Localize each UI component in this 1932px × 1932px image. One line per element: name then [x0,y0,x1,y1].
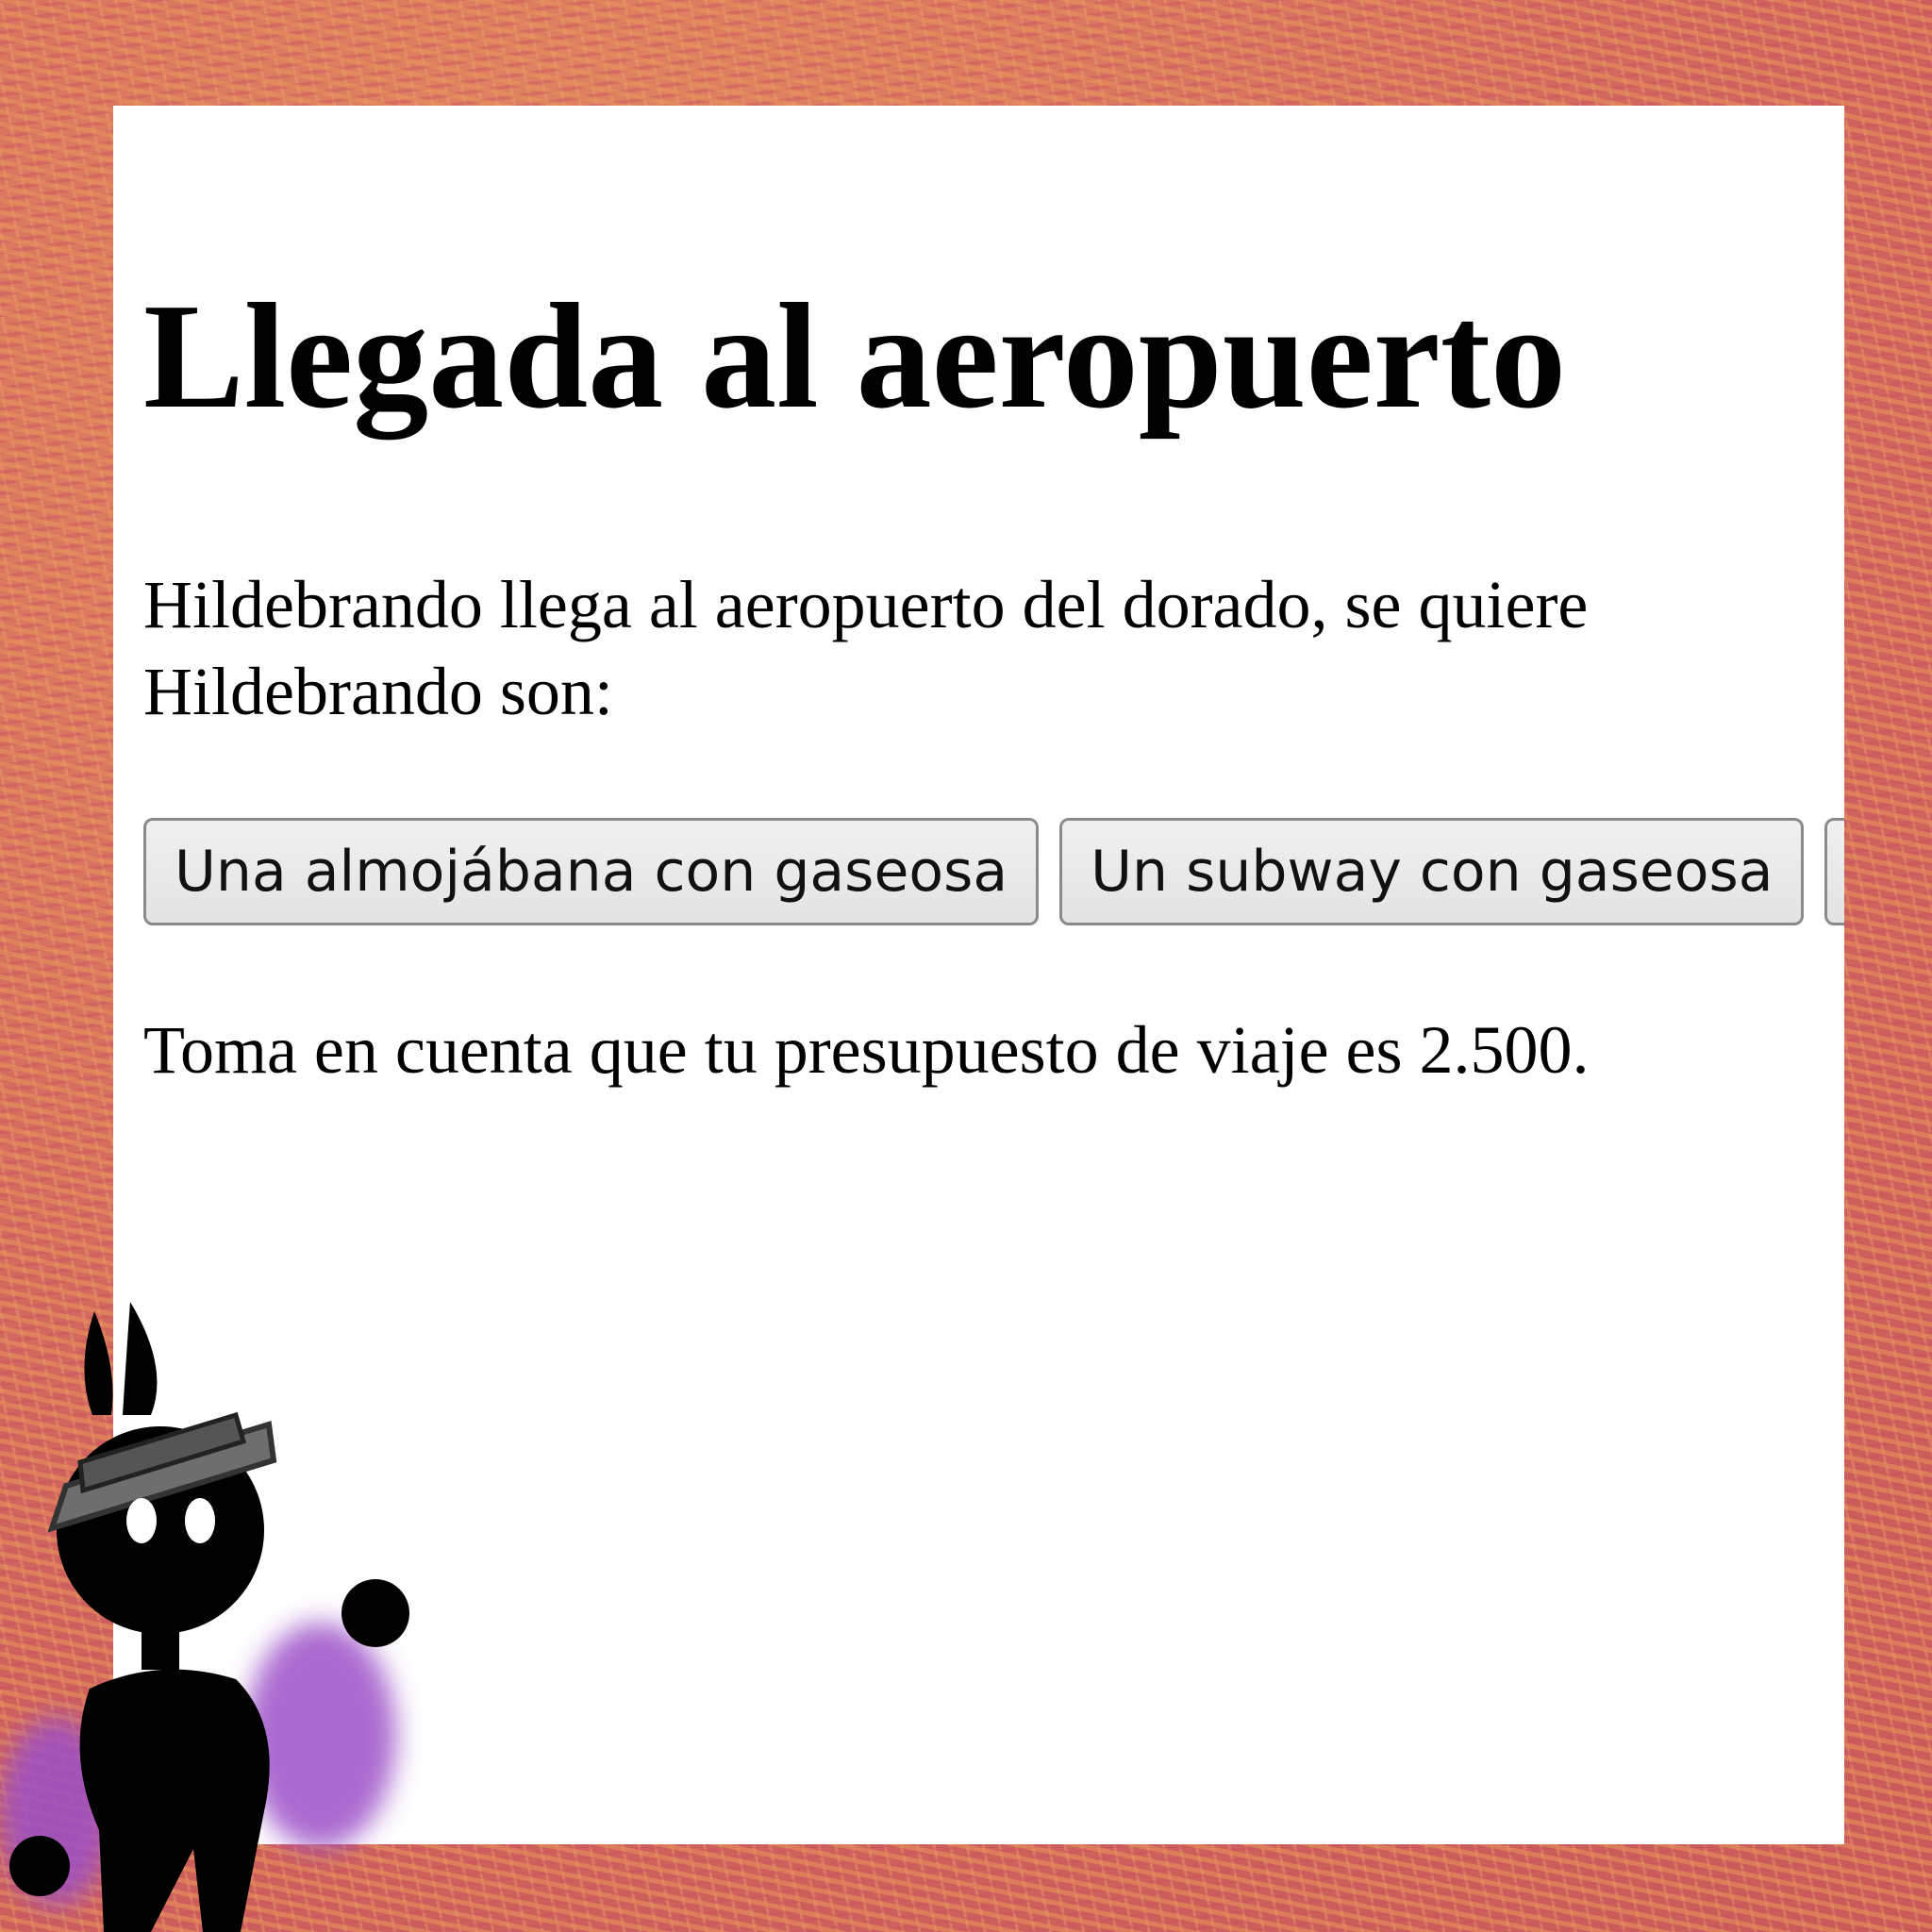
budget-text: Toma en cuenta que tu presupuesto de via… [143,1012,1590,1088]
option-third-button[interactable] [1824,818,1844,925]
option-almojabana-button[interactable]: Una almojábana con gaseosa [143,818,1040,925]
option-buttons: Una almojábana con gaseosa Un subway con… [143,818,1844,925]
cartoon-character-icon [0,1302,409,1932]
intro-line-1: Hildebrando llega al aeropuerto del dora… [143,567,1589,642]
page-title: Llegada al aeropuerto [143,272,1567,440]
intro-text: Hildebrando llega al aeropuerto del dora… [143,561,1844,735]
intro-line-2: Hildebrando son: [143,654,613,729]
option-subway-button[interactable]: Un subway con gaseosa [1059,818,1805,925]
